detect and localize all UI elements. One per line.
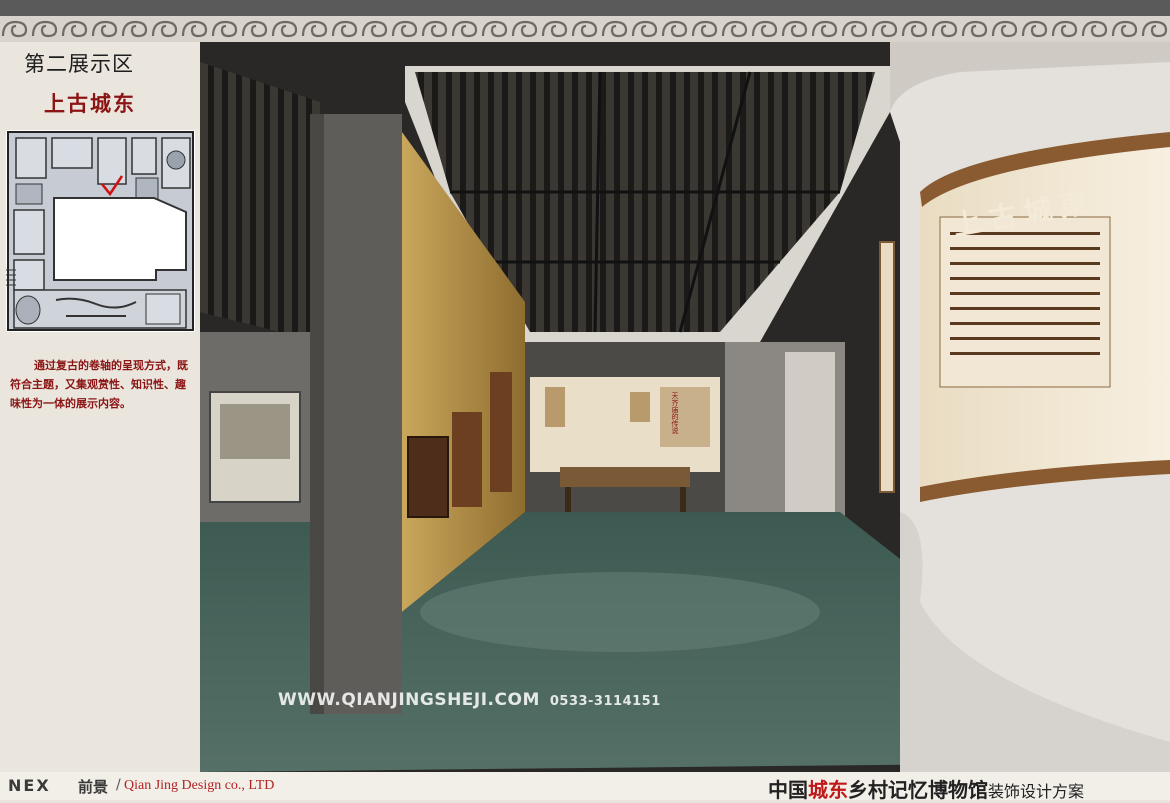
brand-logo: NEX	[8, 776, 51, 795]
project-part2: 城东	[808, 778, 848, 802]
project-title: 中国城东乡村记忆博物馆装饰设计方案	[768, 774, 1084, 803]
zone-title: 第二展示区	[24, 52, 134, 76]
separator: /	[116, 777, 121, 793]
brand-name-cn: 前景	[78, 778, 109, 796]
project-part4: 装饰设计方案	[988, 782, 1085, 801]
project-part1: 中国	[768, 778, 808, 802]
top-pattern-band	[0, 16, 1170, 42]
exhibition-render: 上古城東 天齐庙的传说 WWW.QIANJINGSHEJI.COM 0533-31…	[200, 42, 1170, 772]
back-panel-title: 天齐庙的传说	[671, 392, 679, 434]
watermark: WWW.QIANJINGSHEJI.COM 0533-3114151	[278, 690, 661, 710]
top-dark-band	[0, 0, 1170, 16]
floor-plan	[6, 130, 195, 332]
project-part3: 乡村记忆博物馆	[848, 778, 988, 802]
left-info-panel: 第二展示区 上古城东 通过复古的卷轴的呈现方式，既符合主题，又集观赏性、知识性、…	[0, 42, 200, 772]
footer: NEX 前景 / Qian Jing Design co., LTD 中国城东乡…	[0, 772, 1170, 803]
zone-description: 通过复古的卷轴的呈现方式，既符合主题，又集观赏性、知识性、趣味性为一体的展示内容…	[10, 359, 188, 410]
meander-pattern	[0, 16, 1170, 42]
watermark-url: WWW.QIANJINGSHEJI.COM	[278, 690, 540, 710]
company-name: Qian Jing Design co., LTD	[124, 778, 275, 793]
watermark-phone: 0533-3114151	[549, 694, 661, 709]
sub-title: 上古城东	[44, 91, 136, 116]
